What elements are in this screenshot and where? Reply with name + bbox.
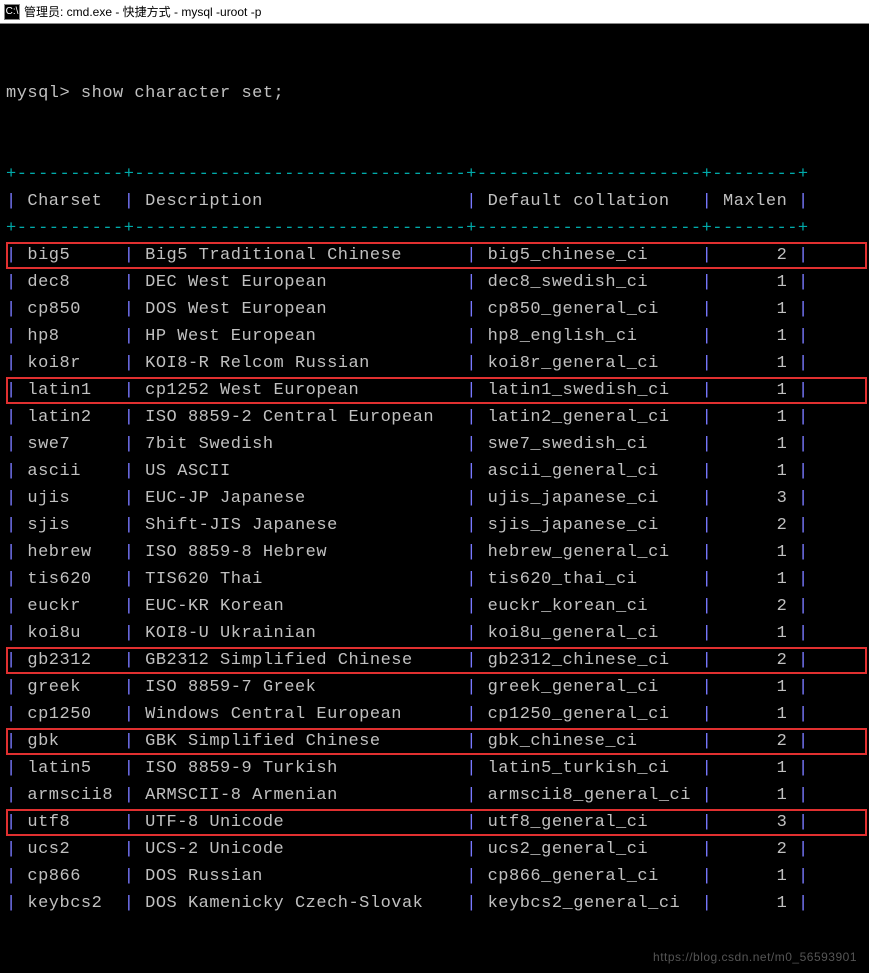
- table-header: | Charset | Description | Default collat…: [6, 188, 863, 215]
- table-row: | swe7 | 7bit Swedish | swe7_swedish_ci …: [6, 431, 863, 458]
- highlight-box: [6, 809, 867, 836]
- table-row: | tis620 | TIS620 Thai | tis620_thai_ci …: [6, 566, 863, 593]
- table-row: | hebrew | ISO 8859-8 Hebrew | hebrew_ge…: [6, 539, 863, 566]
- window-title: 管理员: cmd.exe - 快捷方式 - mysql -uroot -p: [24, 3, 261, 20]
- cmd-icon: C:\: [4, 4, 20, 20]
- table-row: | cp866 | DOS Russian | cp866_general_ci…: [6, 863, 863, 890]
- table-sep: +----------+----------------------------…: [6, 161, 863, 188]
- table-row: | cp1250 | Windows Central European | cp…: [6, 701, 863, 728]
- title-bar[interactable]: C:\ 管理员: cmd.exe - 快捷方式 - mysql -uroot -…: [0, 0, 869, 24]
- table: +----------+----------------------------…: [6, 161, 863, 917]
- table-row: | utf8 | UTF-8 Unicode | utf8_general_ci…: [6, 809, 863, 836]
- table-row: | armscii8 | ARMSCII-8 Armenian | armsci…: [6, 782, 863, 809]
- table-row: | cp850 | DOS West European | cp850_gene…: [6, 296, 863, 323]
- table-row: | ucs2 | UCS-2 Unicode | ucs2_general_ci…: [6, 836, 863, 863]
- highlight-box: [6, 647, 867, 674]
- prompt-line: mysql> show character set;: [6, 80, 863, 107]
- table-row: | koi8r | KOI8-R Relcom Russian | koi8r_…: [6, 350, 863, 377]
- highlight-box: [6, 377, 867, 404]
- prompt-command: show character set;: [81, 84, 284, 103]
- table-row: | dec8 | DEC West European | dec8_swedis…: [6, 269, 863, 296]
- table-row: | big5 | Big5 Traditional Chinese | big5…: [6, 242, 863, 269]
- table-row: | hp8 | HP West European | hp8_english_c…: [6, 323, 863, 350]
- table-row: | ascii | US ASCII | ascii_general_ci | …: [6, 458, 863, 485]
- table-row: | latin1 | cp1252 West European | latin1…: [6, 377, 863, 404]
- table-row: | sjis | Shift-JIS Japanese | sjis_japan…: [6, 512, 863, 539]
- table-row: | keybcs2 | DOS Kamenicky Czech-Slovak |…: [6, 890, 863, 917]
- terminal-body[interactable]: mysql> show character set; +----------+-…: [0, 24, 869, 973]
- table-row: | latin2 | ISO 8859-2 Central European |…: [6, 404, 863, 431]
- prompt-label: mysql>: [6, 84, 70, 103]
- table-row: | gbk | GBK Simplified Chinese | gbk_chi…: [6, 728, 863, 755]
- table-row: | euckr | EUC-KR Korean | euckr_korean_c…: [6, 593, 863, 620]
- table-row: | koi8u | KOI8-U Ukrainian | koi8u_gener…: [6, 620, 863, 647]
- table-sep: +----------+----------------------------…: [6, 215, 863, 242]
- watermark: https://blog.csdn.net/m0_56593901: [653, 944, 857, 971]
- highlight-box: [6, 728, 867, 755]
- table-row: | ujis | EUC-JP Japanese | ujis_japanese…: [6, 485, 863, 512]
- table-row: | latin5 | ISO 8859-9 Turkish | latin5_t…: [6, 755, 863, 782]
- highlight-box: [6, 242, 867, 269]
- table-row: | gb2312 | GB2312 Simplified Chinese | g…: [6, 647, 863, 674]
- table-row: | greek | ISO 8859-7 Greek | greek_gener…: [6, 674, 863, 701]
